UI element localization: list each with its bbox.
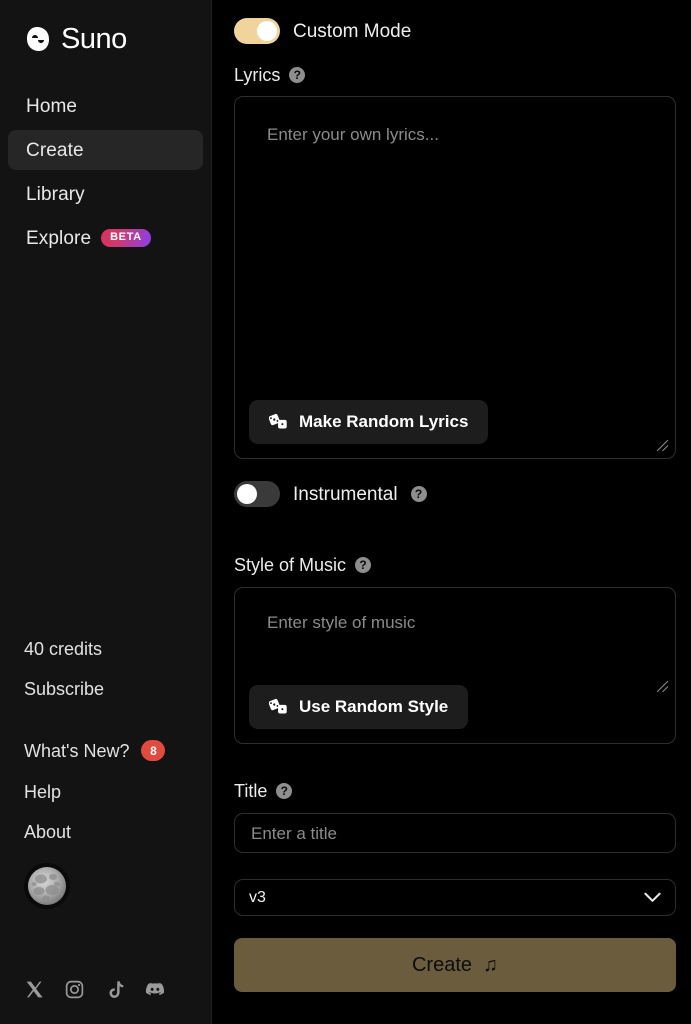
style-label-row: Style of Music ? (234, 556, 676, 574)
question-mark-icon[interactable]: ? (410, 486, 427, 502)
make-random-lyrics-button[interactable]: Make Random Lyrics (249, 400, 489, 444)
social-links (24, 978, 166, 1000)
custom-mode-toggle[interactable] (234, 18, 280, 44)
suno-wave-logo-icon (27, 27, 49, 51)
beta-badge: BETA (101, 229, 151, 247)
question-mark-icon[interactable]: ? (289, 67, 306, 83)
resize-handle-icon[interactable] (656, 439, 669, 452)
suno-create-page: Suno Home Create Library Explore BETA 40… (0, 0, 691, 1024)
title-placeholder: Enter a title (251, 823, 337, 843)
custom-mode-label: Custom Mode (293, 20, 412, 42)
x-twitter-icon[interactable] (24, 979, 45, 1000)
create-button[interactable]: Create ♫ (234, 938, 676, 992)
sidebar-item-label: Explore (26, 227, 92, 249)
sidebar-item-explore[interactable]: Explore BETA (8, 218, 203, 258)
sidebar-item-label: Home (26, 95, 78, 117)
chevron-down-icon (644, 892, 661, 902)
create-panel: Custom Mode Lyrics ? Enter your own lyri… (212, 0, 691, 1024)
style-placeholder: Enter style of music (267, 613, 416, 632)
title-input[interactable]: Enter a title (234, 813, 676, 853)
instagram-icon[interactable] (64, 979, 85, 1000)
dice-icon (269, 413, 287, 429)
style-label: Style of Music (234, 555, 347, 575)
sidebar-item-create[interactable]: Create (8, 130, 203, 170)
lyrics-placeholder: Enter your own lyrics... (267, 125, 439, 144)
sidebar-item-label: Library (26, 183, 85, 205)
dice-icon (269, 698, 287, 714)
question-mark-icon[interactable]: ? (355, 557, 372, 573)
sidebar-item-label: Create (26, 139, 84, 161)
question-mark-icon[interactable]: ? (276, 783, 293, 799)
tiktok-icon[interactable] (104, 979, 125, 1000)
instrumental-toggle[interactable] (234, 481, 280, 507)
primary-nav: Home Create Library Explore BETA (0, 86, 211, 258)
style-textarea[interactable]: Enter style of music Use Random Style (234, 587, 676, 744)
subscribe-text: Subscribe (24, 679, 105, 699)
subscribe-link[interactable]: Subscribe (24, 680, 187, 698)
discord-icon[interactable] (144, 978, 166, 1000)
make-random-lyrics-label: Make Random Lyrics (299, 412, 469, 431)
help-text: Help (24, 782, 62, 802)
credits-label: 40 credits (24, 640, 187, 658)
lyrics-label: Lyrics (234, 65, 281, 85)
model-version-value: v3 (249, 888, 266, 906)
avatar[interactable] (24, 863, 70, 909)
custom-mode-row: Custom Mode (234, 18, 676, 44)
use-random-style-button[interactable]: Use Random Style (249, 685, 469, 729)
sidebar-lower-section: 40 credits Subscribe What's New? 8 Help … (0, 640, 211, 909)
sidebar-item-library[interactable]: Library (8, 174, 203, 214)
lyrics-label-row: Lyrics ? (234, 66, 676, 84)
create-button-label: Create (411, 953, 473, 976)
instrumental-row: Instrumental ? (234, 481, 676, 507)
sidebar: Suno Home Create Library Explore BETA 40… (0, 0, 212, 1024)
brand-name: Suno (61, 22, 127, 55)
whats-new-text: What's New? (24, 740, 130, 761)
credits-text: 40 credits (24, 639, 103, 659)
title-label-row: Title ? (234, 782, 676, 800)
about-link[interactable]: About (24, 823, 187, 841)
help-link[interactable]: Help (24, 783, 187, 801)
whats-new-link[interactable]: What's New? 8 (24, 740, 187, 761)
whats-new-count-badge: 8 (141, 740, 166, 761)
music-note-icon: ♫ (483, 954, 499, 976)
sidebar-item-home[interactable]: Home (8, 86, 203, 126)
instrumental-label: Instrumental (293, 483, 398, 505)
toggle-knob (257, 21, 277, 41)
model-version-select[interactable]: v3 (234, 879, 676, 916)
resize-handle-icon[interactable] (656, 680, 669, 693)
about-text: About (24, 822, 72, 842)
lyrics-textarea[interactable]: Enter your own lyrics... Make Random Lyr… (234, 96, 676, 459)
title-label: Title (234, 781, 268, 801)
toggle-knob (237, 484, 257, 504)
brand-logo[interactable]: Suno (0, 0, 211, 58)
use-random-style-label: Use Random Style (299, 697, 449, 716)
